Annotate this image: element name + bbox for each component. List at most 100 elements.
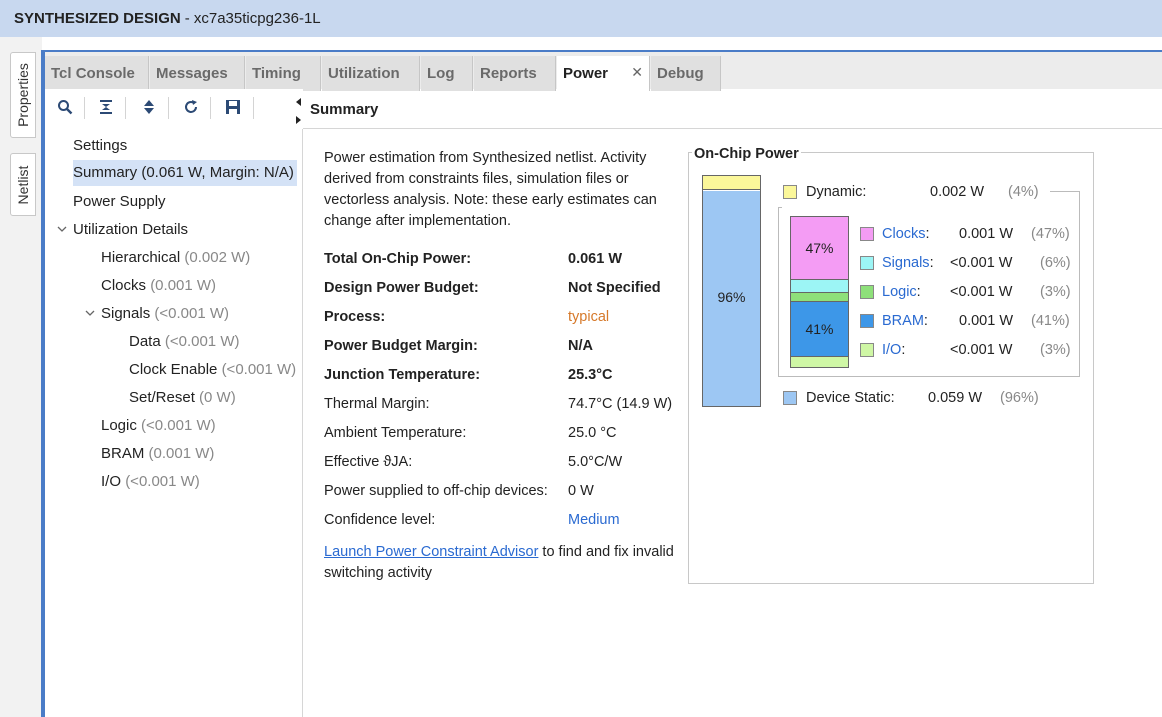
logic-legend: Logic: <0.001 W (3%) (882, 284, 1072, 304)
legend-watts: <0.001 W (950, 342, 1013, 358)
static-legend: Device Static: 0.059 W (96%) (806, 390, 1046, 410)
signals-swatch (860, 256, 874, 270)
tab-reports[interactable]: Reports (474, 56, 556, 91)
tree-item-clock-enable[interactable]: Clock Enable (<0.001 W) (129, 357, 296, 383)
total-power-bar: 96% (702, 175, 761, 407)
confidence-link[interactable]: Medium (568, 512, 620, 528)
tree-item-value: (0 W) (199, 389, 236, 406)
tab-label: Utilization (328, 65, 400, 82)
tab-tcl-console[interactable]: Tcl Console (45, 56, 149, 91)
netlist-side-tab[interactable]: Netlist (10, 153, 36, 216)
signals-link[interactable]: Signals: (882, 255, 934, 271)
signals-legend: Signals: <0.001 W (6%) (882, 255, 1072, 275)
tree-item-settings[interactable]: Settings (73, 133, 127, 159)
tab-label: Power (563, 65, 609, 82)
close-tab-icon[interactable]: ✕ (631, 64, 643, 81)
row-key: Process: (324, 309, 386, 325)
tree-item-hierarchical[interactable]: Hierarchical (0.002 W) (101, 245, 250, 271)
tree-item-label: Settings (73, 137, 128, 154)
chevron-down-icon[interactable] (85, 307, 95, 319)
row-value: Not Specified (568, 280, 661, 296)
tree-item-power-supply[interactable]: Power Supply (73, 189, 166, 215)
dynamic-swatch (783, 185, 797, 199)
row-value: 74.7°C (14.9 W) (568, 396, 673, 412)
legend-watts: 0.001 W (959, 226, 1013, 242)
tree-item-clocks[interactable]: Clocks (0.001 W) (101, 273, 216, 299)
logic-swatch (860, 285, 874, 299)
save-icon[interactable] (224, 99, 242, 117)
collapse-all-icon[interactable] (97, 99, 115, 117)
logic-link[interactable]: Logic: (882, 284, 921, 300)
row-process: Process: typical (324, 309, 684, 329)
row-junction-temp: Junction Temperature: 25.3°C (324, 367, 684, 387)
netlist-side-tab-label: Netlist (15, 165, 31, 204)
static-swatch (783, 391, 797, 405)
dynamic-segment (703, 176, 760, 190)
row-value: 25.3°C (568, 367, 613, 383)
tab-debug[interactable]: Debug (651, 56, 721, 91)
tree-item-logic[interactable]: Logic (<0.001 W) (101, 413, 216, 439)
tab-log[interactable]: Log (421, 56, 473, 91)
tab-label: Log (427, 65, 455, 82)
summary-description: Power estimation from Synthesized netlis… (324, 150, 657, 229)
chevron-down-icon[interactable] (57, 223, 67, 235)
tab-timing[interactable]: Timing (246, 56, 321, 91)
tree-item-io[interactable]: I/O (<0.001 W) (101, 469, 200, 495)
tab-power[interactable]: Power ✕ (557, 56, 650, 91)
tab-messages[interactable]: Messages (150, 56, 245, 91)
refresh-icon[interactable] (182, 99, 200, 117)
row-value: 0 W (568, 483, 594, 499)
panel-splitter-arrows[interactable] (296, 98, 302, 126)
row-key: Ambient Temperature: (324, 425, 467, 441)
io-link[interactable]: I/O: (882, 342, 905, 358)
legend-watts: 0.002 W (930, 184, 984, 200)
on-chip-power-title: On-Chip Power (692, 146, 801, 162)
bram-swatch (860, 314, 874, 328)
tree-item-summary[interactable]: Summary (0.061 W, Margin: N/A) (73, 160, 297, 186)
tree-item-label: Clock Enable (129, 361, 218, 378)
expand-all-icon[interactable] (140, 99, 158, 117)
process-value[interactable]: typical (568, 309, 609, 325)
tab-label: Debug (657, 65, 704, 82)
search-icon[interactable] (56, 99, 74, 117)
report-tree: Settings Summary (0.061 W, Margin: N/A) … (45, 129, 303, 717)
row-confidence: Confidence level: Medium (324, 512, 684, 532)
tab-label: Reports (480, 65, 537, 82)
bottom-tab-bar: Tcl Console Messages Timing Utilization … (45, 50, 1162, 91)
row-budget-margin: Power Budget Margin: N/A (324, 338, 684, 358)
clocks-segment: 47% (791, 217, 848, 280)
legend-pct: (96%) (1000, 390, 1039, 406)
logic-segment (791, 293, 848, 302)
clocks-link[interactable]: Clocks: (882, 226, 930, 242)
tree-item-set-reset[interactable]: Set/Reset (0 W) (129, 385, 236, 411)
legend-name: Dynamic: (806, 184, 867, 200)
launch-advisor-link[interactable]: Launch Power Constraint Advisor (324, 544, 538, 560)
tree-item-label: Signals (101, 305, 151, 322)
row-key: Power Budget Margin: (324, 338, 478, 354)
legend-pct: (47%) (1031, 226, 1070, 242)
tab-utilization[interactable]: Utilization (322, 56, 420, 91)
tree-item-data[interactable]: Data (<0.001 W) (129, 329, 239, 355)
tree-item-value: (<0.001 W) (125, 473, 200, 490)
tree-item-value: (0.002 W) (184, 249, 251, 266)
row-key: Thermal Margin: (324, 396, 430, 412)
row-value: 25.0 °C (568, 425, 617, 441)
row-key: Confidence level: (324, 512, 436, 528)
row-design-budget: Design Power Budget: Not Specified (324, 280, 684, 300)
tree-item-label: Utilization Details (73, 221, 189, 238)
legend-pct: (41%) (1031, 313, 1070, 329)
tree-item-value: (<0.001 W) (221, 361, 297, 378)
tree-item-label: Hierarchical (101, 249, 181, 266)
properties-side-tab-label: Properties (15, 63, 31, 127)
tree-item-value: (0.001 W) (150, 277, 217, 294)
dynamic-legend: Dynamic: 0.002 W (4%) (806, 184, 1046, 204)
tree-item-utilization-details[interactable]: Utilization Details (73, 217, 188, 243)
bram-link[interactable]: BRAM: (882, 313, 928, 329)
tree-item-label: Data (129, 333, 161, 350)
tree-item-signals[interactable]: Signals (<0.001 W) (101, 301, 229, 327)
row-off-chip: Power supplied to off-chip devices: 0 W (324, 483, 684, 503)
tree-item-label: Clocks (101, 277, 147, 294)
properties-side-tab[interactable]: Properties (10, 52, 36, 138)
title-part: - xc7a35ticpg236-1L (184, 10, 321, 27)
tree-item-bram[interactable]: BRAM (0.001 W) (101, 441, 214, 467)
